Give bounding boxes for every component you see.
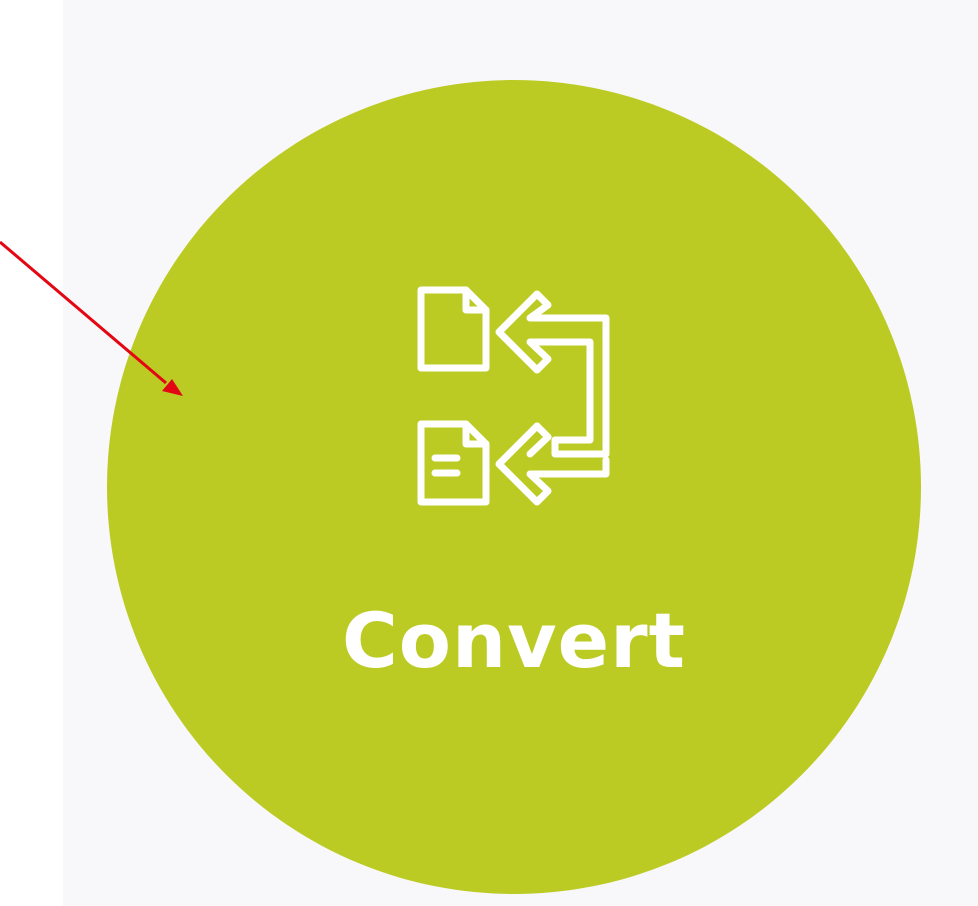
file-convert-icon bbox=[417, 286, 610, 506]
screenshot-page: Convert bbox=[0, 0, 978, 906]
